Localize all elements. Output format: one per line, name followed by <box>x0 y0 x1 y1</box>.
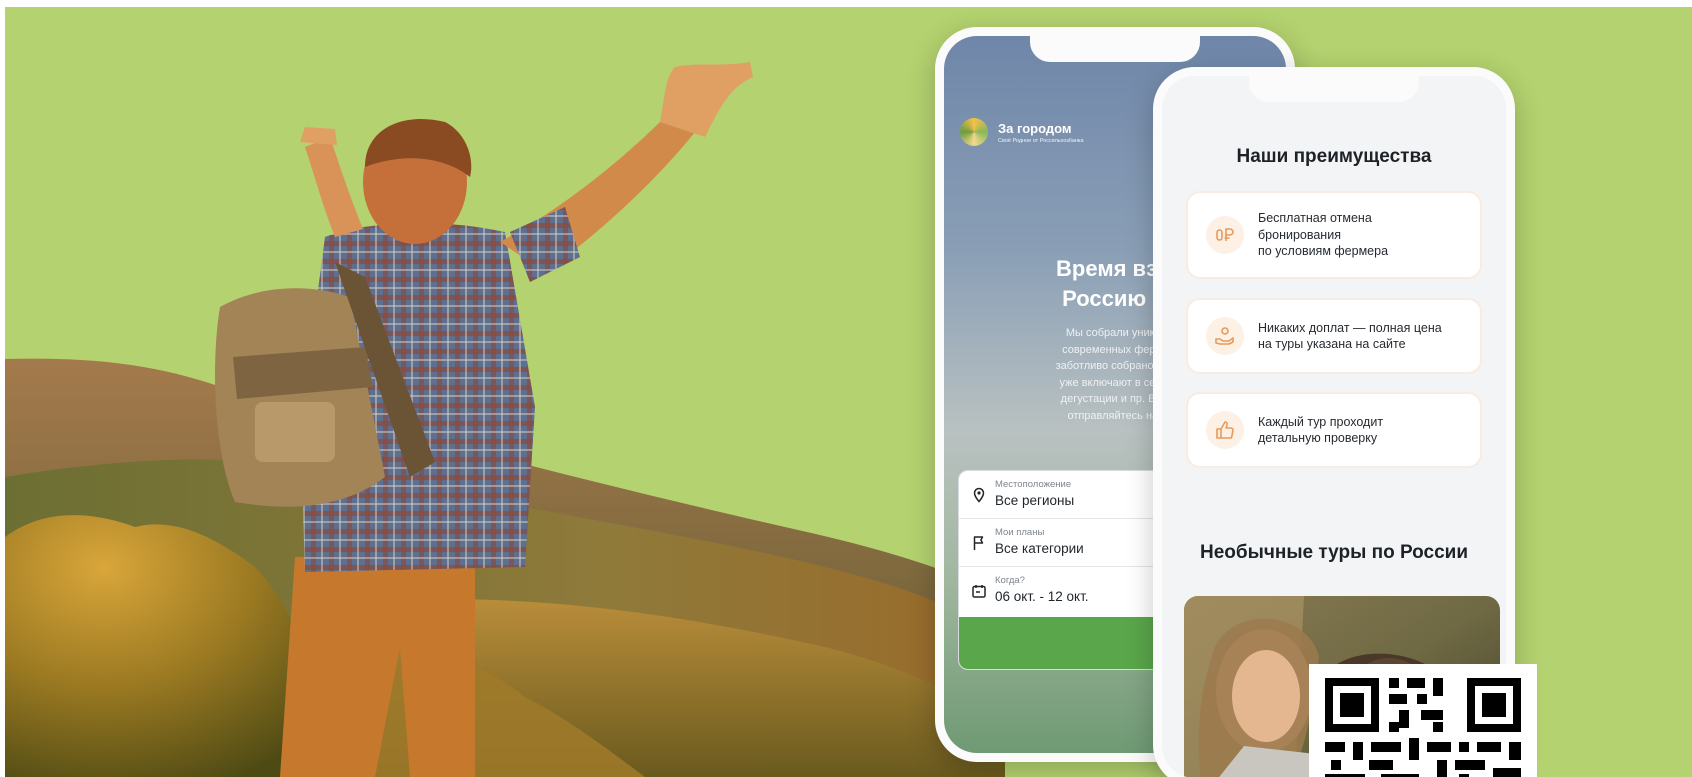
advantage-line: на туры указана на сайте <box>1258 337 1406 351</box>
brand-name: За городом <box>998 120 1072 136</box>
advantage-card: Бесплатная отмена бронирования по услови… <box>1186 191 1482 279</box>
phone-notch <box>1030 36 1200 62</box>
advantage-line: бронирования <box>1258 227 1341 242</box>
hand-coin-icon <box>1206 317 1244 355</box>
advantage-line: Никаких доплат — полная цена <box>1258 320 1442 335</box>
advantages-title: Наши преимущества <box>1236 146 1432 167</box>
phone-notch <box>1249 76 1419 102</box>
refund-ruble-icon <box>1206 216 1244 254</box>
thumbs-up-icon <box>1206 411 1244 449</box>
map-pin-icon <box>973 487 985 503</box>
advantage-line: по условиям фермера <box>1258 244 1389 259</box>
advantage-line: детальную проверку <box>1258 431 1378 445</box>
qr-code-pattern <box>1309 664 1537 777</box>
brand-tagline: Своё Родное от Россельхозбанка <box>998 137 1084 144</box>
advantage-card: Каждый тур проходит детальную проверку <box>1186 392 1482 468</box>
tours-title: Необычные туры по России <box>1199 542 1469 563</box>
brand-logo[interactable]: За городом Своё Родное от Россельхозбанк… <box>960 118 1084 146</box>
ad-banner: За городом Своё Родное от Россельхозбанк… <box>5 7 1692 777</box>
calendar-icon <box>972 585 986 598</box>
advantage-line: Бесплатная отмена <box>1258 211 1372 226</box>
brand-logo-icon <box>960 118 988 146</box>
flag-icon <box>973 536 984 550</box>
advantage-card: Никаких доплат — полная цена на туры ука… <box>1186 298 1482 374</box>
qr-code[interactable] <box>1309 664 1537 777</box>
advantage-line: Каждый тур проходит <box>1258 414 1384 429</box>
